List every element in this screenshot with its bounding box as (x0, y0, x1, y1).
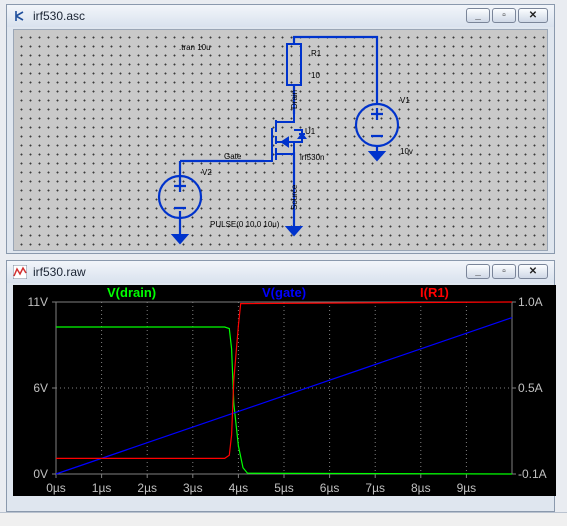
drain-net-label: Drain (290, 90, 299, 109)
r1-name: R1 (311, 49, 322, 58)
waveform-plot[interactable]: V(drain) V(gate) I(R1) 0µs 1µs 2µs 3µs 4µs 5µ… (13, 285, 556, 496)
trace-label-gate[interactable]: V(gate) (262, 285, 306, 300)
u1-model: irf530n (300, 153, 324, 162)
plot-window[interactable]: irf530.raw _ ▫ ✕ V(drain) V(gate) I(R1) … (6, 260, 556, 512)
v1-source[interactable] (354, 102, 400, 148)
x-tick-label: 7µs (365, 481, 385, 495)
minimize-button[interactable]: _ (466, 8, 490, 23)
y-right-tick-label: 0.5A (518, 381, 543, 395)
gate-net-label: Gate (224, 152, 242, 161)
y-right-tick-label: -0.1A (518, 467, 547, 481)
trace-label-drain[interactable]: V(drain) (107, 285, 156, 300)
close-button[interactable]: ✕ (518, 8, 548, 23)
x-tick-label: 4µs (229, 481, 249, 495)
minimize-button[interactable]: _ (466, 264, 490, 279)
x-tick-label: 1µs (92, 481, 112, 495)
minimize-icon: _ (475, 10, 481, 21)
schematic-window[interactable]: irf530.asc _ ▫ ✕ .tran 10u R1 10 V1 10v … (6, 4, 555, 254)
v1-value: 10v (400, 147, 413, 156)
waveform-svg[interactable]: V(drain) V(gate) I(R1) 0µs 1µs 2µs 3µs 4µs 5µ… (13, 285, 556, 496)
plot-titlebar[interactable]: irf530.raw _ ▫ ✕ (7, 261, 554, 283)
r1-resistor[interactable] (286, 43, 302, 86)
v2-value: PULSE(0 10 0 10u) (210, 220, 280, 229)
r1-value: 10 (311, 71, 320, 80)
y-left-tick-label: 11V (28, 295, 48, 309)
x-tick-label: 2µs (137, 481, 157, 495)
v1-name: V1 (400, 96, 410, 105)
trace-label-r1[interactable]: I(R1) (420, 285, 449, 300)
schematic-title: irf530.asc (33, 9, 86, 23)
minimize-icon: _ (475, 266, 481, 277)
schematic-canvas[interactable]: .tran 10u R1 10 V1 10v V2 PULSE(0 10 0 1… (13, 29, 548, 251)
u1-name: U1 (305, 127, 316, 136)
ground-symbols (170, 151, 387, 245)
y-right-tick-label: 1.0A (518, 295, 543, 309)
source-net-label: Source (290, 184, 299, 210)
close-icon: ✕ (528, 266, 538, 277)
y-left-tick-label: 0V (33, 467, 48, 481)
u1-mosfet[interactable] (264, 114, 307, 162)
status-bar (0, 512, 567, 526)
x-tick-label: 9µs (457, 481, 477, 495)
tran-directive[interactable]: .tran 10u (179, 43, 211, 52)
schematic-titlebar[interactable]: irf530.asc _ ▫ ✕ (7, 5, 554, 27)
wires (178, 35, 379, 235)
x-tick-label: 8µs (411, 481, 431, 495)
x-tick-label: 5µs (274, 481, 294, 495)
maximize-icon: ▫ (502, 10, 506, 21)
maximize-button[interactable]: ▫ (492, 264, 516, 279)
x-tick-label: 3µs (183, 481, 203, 495)
v2-name: V2 (202, 168, 212, 177)
series-v-drain[interactable] (56, 326, 513, 475)
ltspice-schematic-icon (15, 11, 24, 21)
x-tick-label: 0µs (46, 481, 66, 495)
plot-title: irf530.raw (33, 265, 86, 279)
y-left-tick-label: 6V (33, 381, 48, 395)
x-tick-label: 6µs (320, 481, 340, 495)
waveform-icon (13, 265, 27, 279)
close-button[interactable]: ✕ (518, 264, 548, 279)
close-icon: ✕ (528, 10, 538, 21)
maximize-button[interactable]: ▫ (492, 8, 516, 23)
maximize-icon: ▫ (502, 266, 506, 277)
